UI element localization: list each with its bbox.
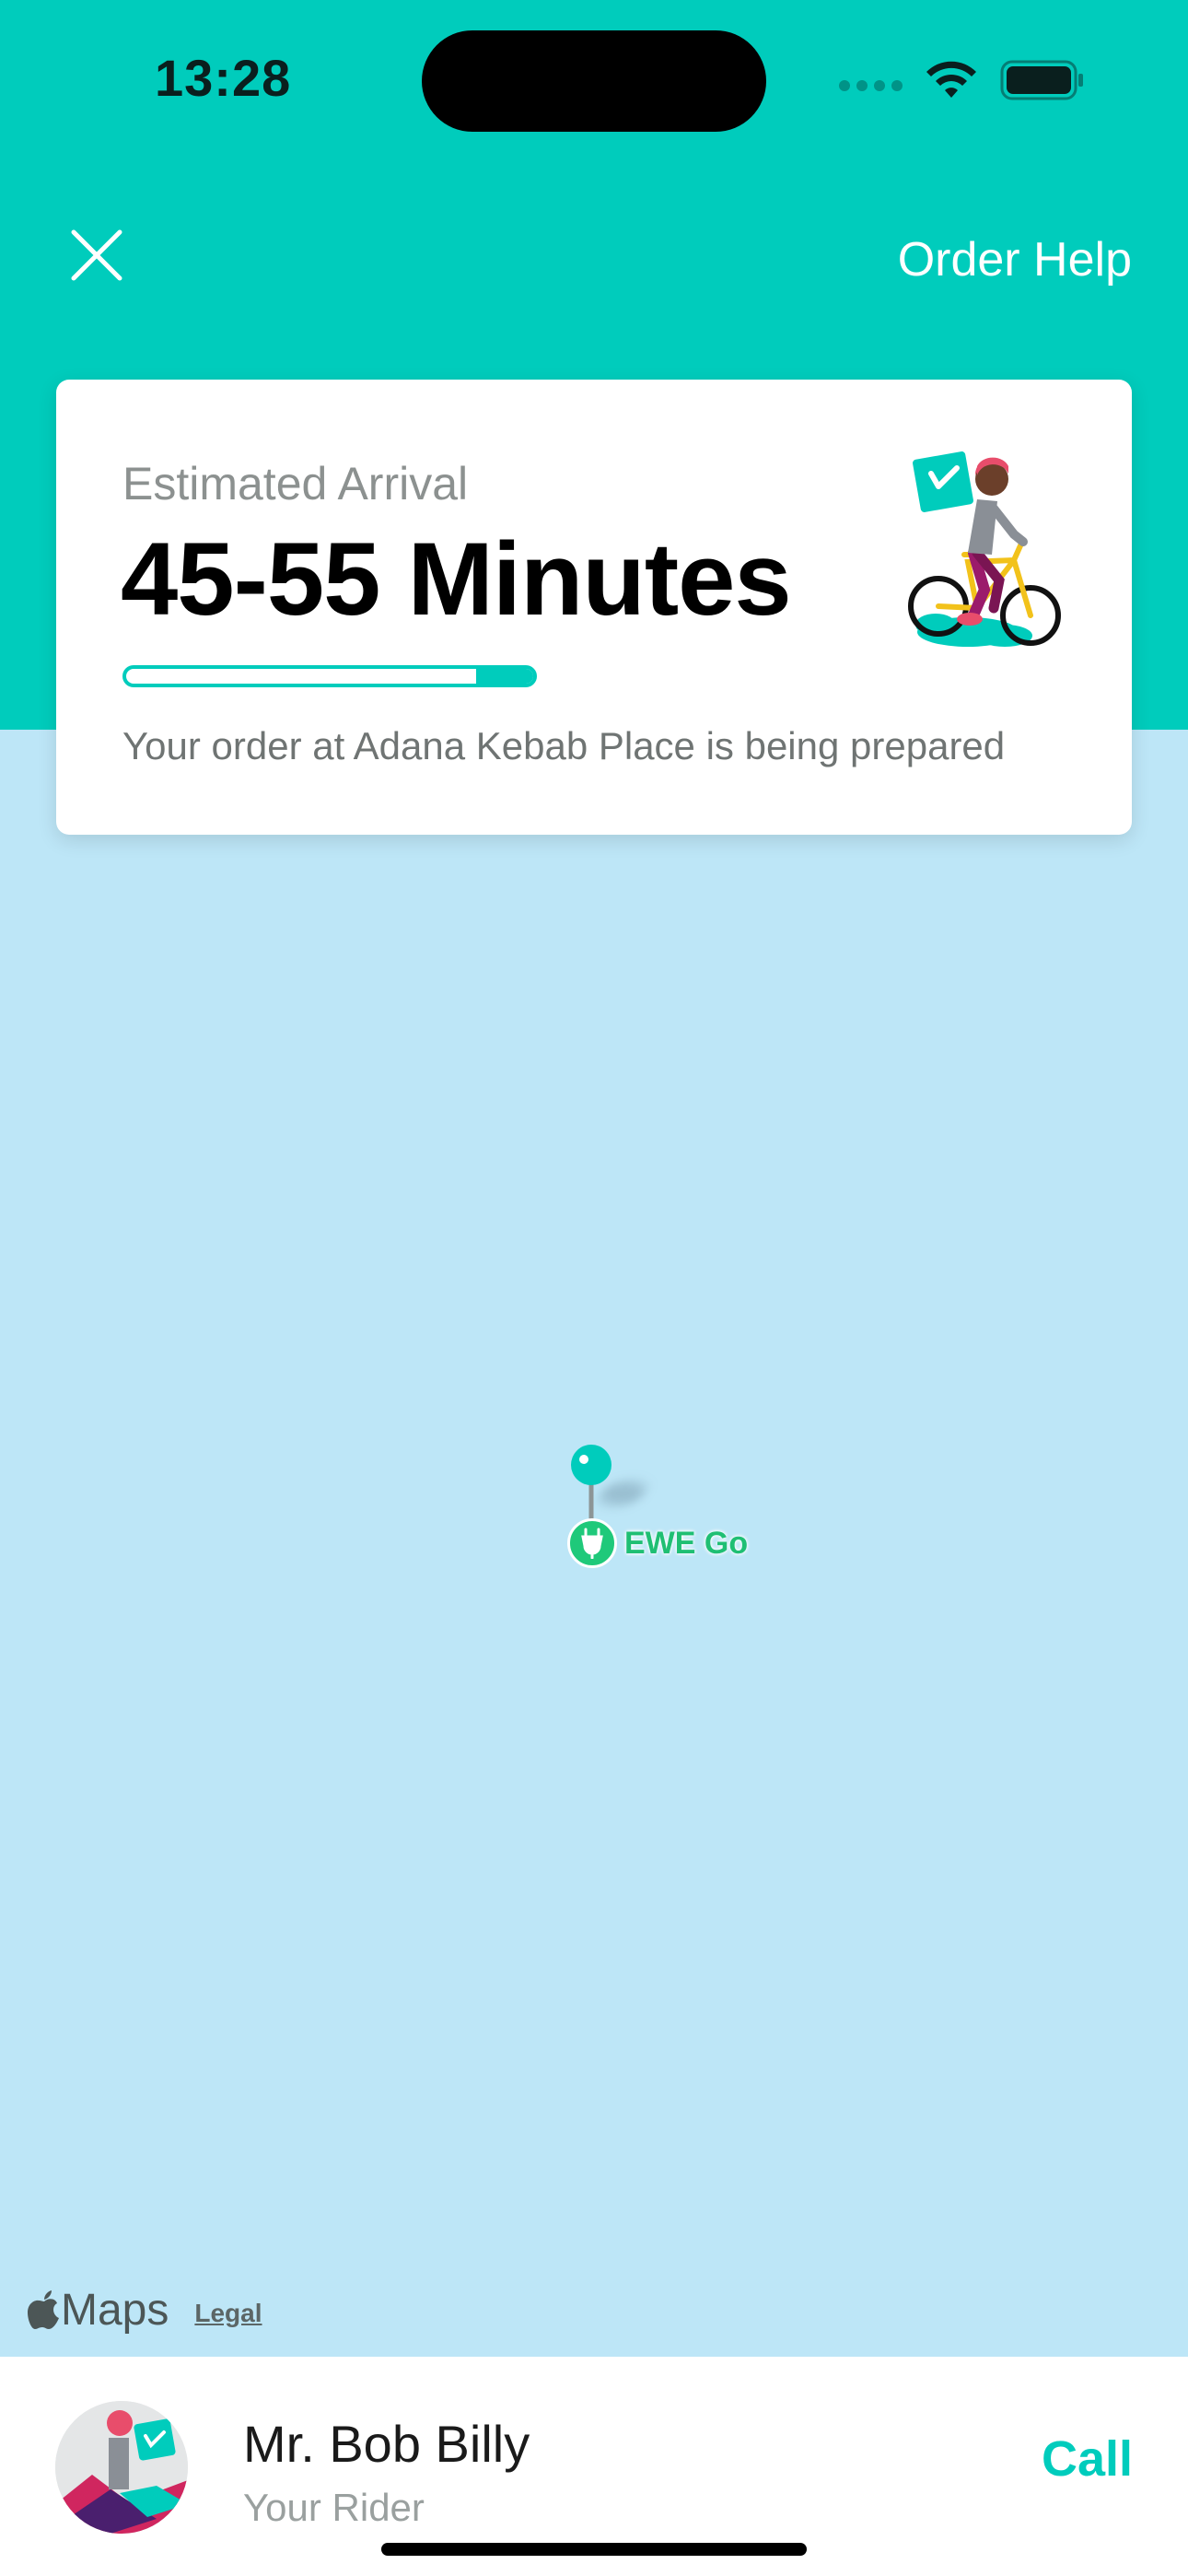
maps-attribution: Maps Legal	[28, 2285, 262, 2336]
cellular-signal-icon	[839, 80, 903, 91]
apple-logo-icon	[28, 2289, 59, 2329]
close-button[interactable]	[55, 214, 138, 297]
order-progress-fill	[476, 669, 533, 684]
rider-bicycle-illustration	[908, 451, 1061, 647]
call-rider-button[interactable]: Call	[1042, 2430, 1133, 2488]
rider-avatar	[55, 2401, 188, 2534]
eta-label: Estimated Arrival	[122, 458, 469, 509]
status-icons	[839, 57, 1085, 103]
screen: 13:28 Order Help Estimated Arrival 45-55…	[0, 0, 1188, 2576]
dynamic-island	[422, 30, 766, 132]
order-progress-bar	[122, 665, 537, 687]
eta-card: Estimated Arrival 45-55 Minutes Your ord…	[56, 380, 1132, 835]
status-time: 13:28	[155, 49, 292, 107]
rider-name: Mr. Bob Billy	[243, 2415, 530, 2473]
rider-role: Your Rider	[243, 2486, 425, 2529]
close-icon	[71, 229, 122, 281]
battery-icon	[1000, 60, 1083, 100]
apple-maps-logo: Maps	[28, 2285, 169, 2336]
wifi-icon	[926, 61, 976, 98]
order-status-text: Your order at Adana Kebab Place is being…	[122, 724, 1006, 767]
poi-label: EWE Go	[624, 1525, 749, 1561]
maps-label: Maps	[61, 2286, 169, 2335]
ev-charging-icon	[567, 1518, 617, 1568]
home-indicator[interactable]	[381, 2543, 807, 2556]
eta-value: 45-55 Minutes	[121, 521, 792, 637]
map-poi-ewe-go[interactable]: EWE Go	[567, 1518, 748, 1568]
order-help-button[interactable]: Order Help	[898, 232, 1132, 287]
legal-link[interactable]: Legal	[194, 2299, 262, 2328]
